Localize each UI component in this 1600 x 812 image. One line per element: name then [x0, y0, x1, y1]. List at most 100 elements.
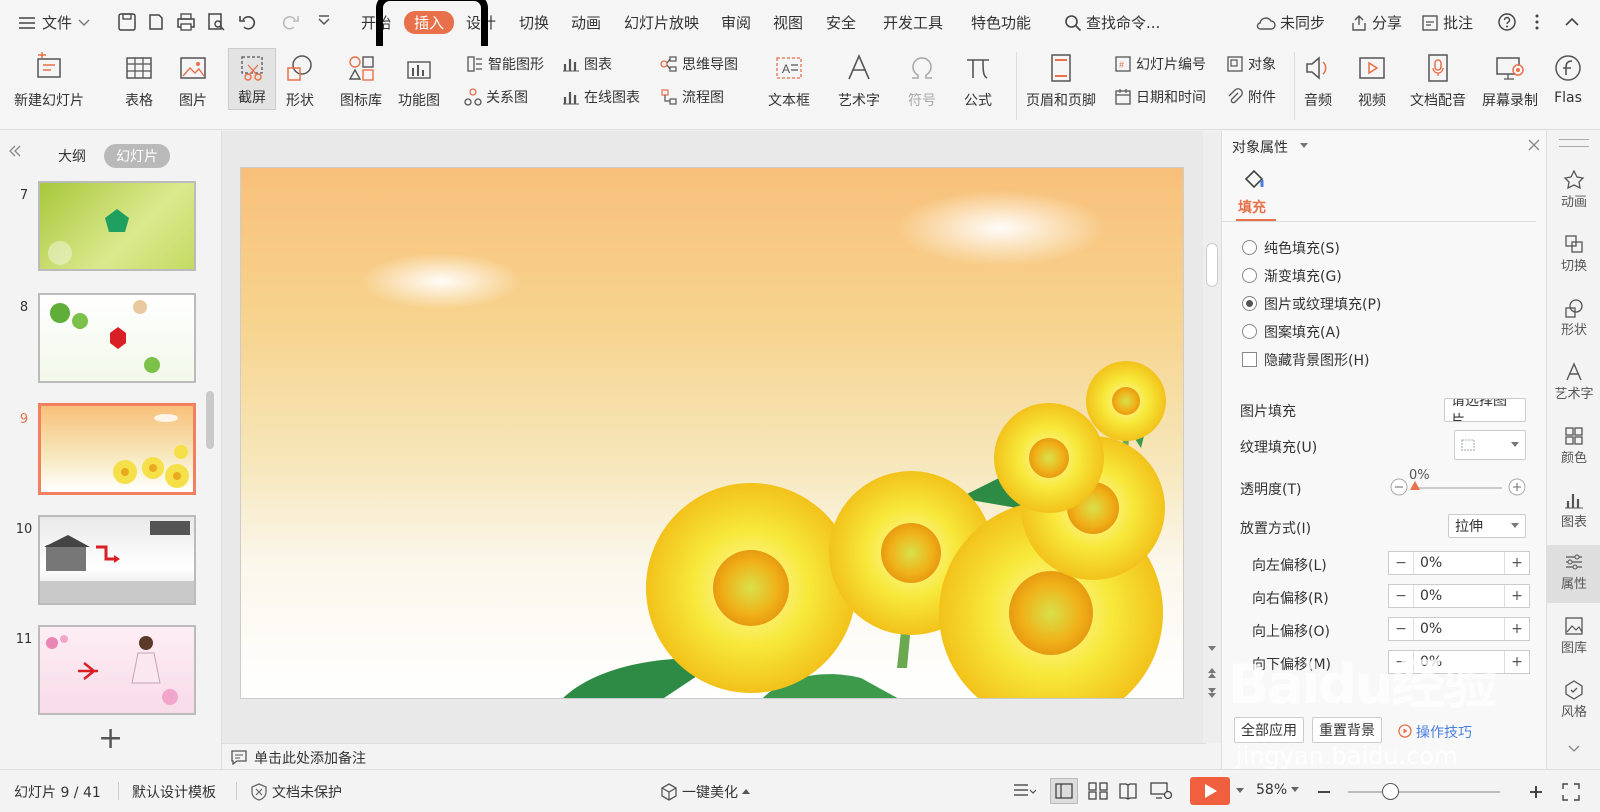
chart-button[interactable]: 图表: [562, 54, 612, 74]
pattern-fill-radio[interactable]: [1242, 324, 1257, 339]
offset-left-stepper[interactable]: −0% +: [1388, 551, 1530, 575]
transparency-plus-icon[interactable]: [1508, 478, 1526, 496]
shape-button[interactable]: 形状: [284, 46, 316, 110]
offset-left-value[interactable]: 0%: [1413, 552, 1505, 574]
add-slide-button[interactable]: +: [98, 721, 123, 756]
hide-background-checkbox[interactable]: [1242, 352, 1257, 367]
sync-button[interactable]: 未同步: [1256, 12, 1325, 33]
offset-right-stepper[interactable]: −0% +: [1388, 584, 1530, 608]
sidebar-item-chart[interactable]: 图表: [1547, 489, 1600, 530]
object-button[interactable]: 对象: [1226, 54, 1276, 74]
tab-slides[interactable]: 幻灯片: [104, 144, 170, 168]
customize-toolbar-icon[interactable]: [314, 12, 334, 32]
sidebar-item-color[interactable]: 颜色: [1547, 425, 1600, 466]
zoom-slider-handle[interactable]: [1382, 783, 1399, 800]
sidebar-item-style[interactable]: 风格: [1547, 679, 1600, 720]
slide-thumbnail-10[interactable]: [38, 515, 196, 605]
doc-audio-button[interactable]: 文档配音: [1410, 46, 1466, 110]
picture-fill-radio[interactable]: [1242, 296, 1257, 311]
tips-link[interactable]: 操作技巧: [1416, 722, 1472, 742]
zoom-level[interactable]: 58%: [1256, 782, 1300, 798]
transparency-minus-icon[interactable]: [1390, 478, 1408, 496]
relation-chart-button[interactable]: 关系图: [464, 87, 528, 107]
one-click-beautify-button[interactable]: 一键美化: [660, 782, 750, 802]
collapse-panel-icon[interactable]: [8, 145, 22, 157]
sidebar-item-animation[interactable]: 动画: [1547, 169, 1600, 210]
collapse-ribbon-icon[interactable]: [1562, 12, 1582, 32]
tab-animation[interactable]: 动画: [571, 12, 601, 33]
slide-thumbnail-8[interactable]: [38, 293, 196, 383]
plus-icon[interactable]: +: [1505, 585, 1529, 607]
scrollbar-thumb[interactable]: [1206, 243, 1218, 287]
slide-thumbnail-9[interactable]: [38, 403, 196, 495]
fit-window-icon[interactable]: [1562, 783, 1580, 801]
table-button[interactable]: 表格: [123, 46, 155, 110]
plus-icon[interactable]: +: [1505, 651, 1529, 673]
picture-button[interactable]: 图片: [177, 46, 209, 110]
datetime-button[interactable]: 日期和时间: [1114, 87, 1206, 107]
plus-icon[interactable]: +: [1505, 618, 1529, 640]
sidebar-item-gallery[interactable]: 图库: [1547, 615, 1600, 656]
textbox-button[interactable]: A 文本框: [768, 46, 810, 110]
tab-security[interactable]: 安全: [826, 12, 856, 33]
gradient-fill-radio[interactable]: [1242, 268, 1257, 283]
minus-icon[interactable]: −: [1389, 552, 1413, 574]
save-icon[interactable]: [117, 12, 137, 32]
online-chart-button[interactable]: 在线图表: [562, 87, 640, 107]
formula-button[interactable]: 公式: [962, 46, 994, 110]
fill-bucket-icon[interactable]: [1242, 167, 1268, 191]
apply-all-button[interactable]: 全部应用: [1234, 717, 1304, 743]
tab-review[interactable]: 审阅: [721, 12, 751, 33]
minus-icon[interactable]: −: [1389, 585, 1413, 607]
offset-up-value[interactable]: 0%: [1413, 618, 1505, 640]
reset-background-button[interactable]: 重置背景: [1312, 717, 1382, 743]
tab-slideshow[interactable]: 幻灯片放映: [624, 12, 699, 33]
placement-dropdown[interactable]: 拉伸: [1448, 514, 1526, 538]
search-command[interactable]: 查找命令...: [1064, 12, 1160, 33]
more-icon[interactable]: [1527, 12, 1547, 32]
audio-button[interactable]: 音频: [1302, 46, 1334, 110]
offset-right-value[interactable]: 0%: [1413, 585, 1505, 607]
plus-icon[interactable]: +: [1505, 552, 1529, 574]
annotate-button[interactable]: 批注: [1421, 12, 1473, 33]
function-chart-button[interactable]: 功能图: [398, 46, 440, 110]
notes-area[interactable]: 单击此处添加备注: [222, 743, 1206, 769]
current-slide[interactable]: [240, 167, 1184, 699]
tab-special-features[interactable]: 特色功能: [971, 12, 1031, 33]
minus-icon[interactable]: −: [1389, 618, 1413, 640]
tab-outline[interactable]: 大纲: [46, 144, 98, 168]
slide-sorter-icon[interactable]: [1088, 782, 1108, 800]
transparency-slider[interactable]: [1412, 487, 1502, 489]
icon-library-button[interactable]: 图标库: [340, 46, 382, 110]
document-protection[interactable]: 文档未保护: [250, 782, 342, 802]
canvas-scrollbar[interactable]: [1203, 131, 1221, 743]
share-button[interactable]: 分享: [1350, 12, 1402, 33]
zoom-in-icon[interactable]: [1528, 784, 1544, 800]
output-pdf-icon[interactable]: [146, 12, 166, 32]
attachment-button[interactable]: 附件: [1226, 87, 1276, 107]
next-slide-icon[interactable]: [1207, 687, 1217, 699]
sidebar-scroll-down-icon[interactable]: [1568, 745, 1580, 753]
thumbnail-scrollbar[interactable]: [206, 391, 214, 449]
panel-title[interactable]: 对象属性: [1232, 137, 1288, 157]
mindmap-button[interactable]: 思维导图: [660, 54, 738, 74]
file-menu[interactable]: 文件: [18, 12, 90, 33]
sidebar-item-shape[interactable]: 形状: [1547, 297, 1600, 338]
design-template[interactable]: 默认设计模板: [132, 782, 216, 802]
slide-thumbnail-7[interactable]: [38, 181, 196, 271]
presenter-view-icon[interactable]: [1150, 782, 1172, 800]
select-picture-button[interactable]: 请选择图片: [1444, 398, 1526, 422]
texture-dropdown[interactable]: [1454, 430, 1526, 460]
new-slide-button[interactable]: 新建幻灯片: [14, 46, 84, 110]
offset-up-stepper[interactable]: −0% +: [1388, 617, 1530, 641]
undo-icon[interactable]: [238, 12, 258, 32]
header-footer-button[interactable]: 页眉和页脚: [1026, 46, 1096, 110]
zoom-slider[interactable]: [1348, 791, 1500, 793]
sidebar-item-wordart[interactable]: 艺术字: [1547, 361, 1600, 402]
redo-icon[interactable]: [280, 12, 300, 32]
sidebar-item-properties[interactable]: 属性: [1547, 545, 1600, 603]
video-button[interactable]: 视频: [1356, 46, 1388, 110]
wordart-button[interactable]: 艺术字: [838, 46, 880, 110]
close-icon[interactable]: [1528, 139, 1540, 151]
slide-thumbnail-11[interactable]: [38, 625, 196, 715]
